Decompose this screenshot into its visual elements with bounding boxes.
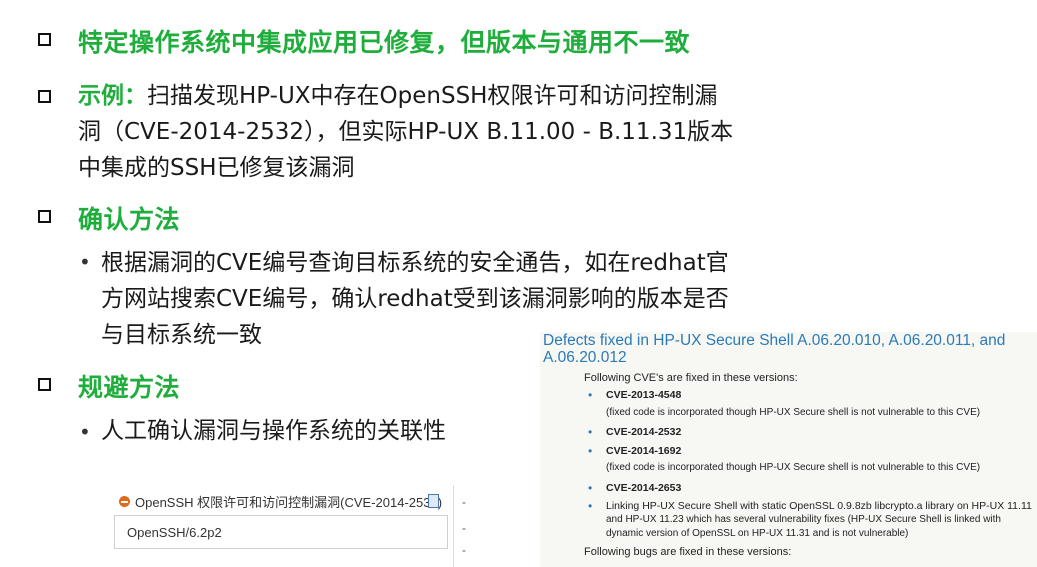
empty-cell-dash: - <box>462 495 466 509</box>
empty-cell-dash: - <box>462 521 466 535</box>
linking-line-3: dynamic version of OpenSSL on HP-UX 11.3… <box>606 528 909 539</box>
bullet-square-icon <box>38 210 51 223</box>
linking-line-1: Linking HP-UX Secure Shell with static O… <box>606 500 1032 512</box>
heading-confirm-method: 确认方法 <box>78 205 181 234</box>
cve-note: (fixed code is incorporated though HP-UX… <box>606 407 981 418</box>
bullet-icon: • <box>588 388 593 402</box>
hp-advisory-title: Defects fixed in HP-UX Secure Shell A.06… <box>543 332 1006 366</box>
example-block: 示例：扫描发现HP-UX中存在OpenSSH权限许可和访问控制漏 洞（CVE-2… <box>78 78 733 186</box>
confirm-line-2: 方网站搜索CVE编号，确认redhat受到该漏洞影响的版本是否 <box>101 286 729 312</box>
bullet-square-icon <box>38 90 51 103</box>
example-line-1: 扫描发现HP-UX中存在OpenSSH权限许可和访问控制漏 <box>147 83 718 109</box>
example-line-2: 洞（CVE-2014-2532），但实际HP-UX B.11.00 - B.11… <box>78 119 734 145</box>
heading-fixed-integrated-apps: 特定操作系统中集成应用已修复，但版本与通用不一致 <box>78 28 691 57</box>
heading-avoid-method: 规避方法 <box>78 373 181 402</box>
cve-id: CVE-2013-4548 <box>606 389 682 401</box>
cve-id: CVE-2014-2532 <box>606 426 682 438</box>
avoid-method-text: 人工确认漏洞与操作系统的关联性 <box>101 413 446 449</box>
vuln-title-link[interactable]: OpenSSH 权限许可和访问控制漏洞(CVE-2014-2532) <box>135 492 442 511</box>
cve-id: CVE-2014-1692 <box>606 445 682 457</box>
linking-line-2: and HP-UX 11.23 which has several vulner… <box>606 514 1001 525</box>
sub-bullet-dot: • <box>79 420 91 444</box>
cve-id: CVE-2014-2653 <box>606 482 682 494</box>
bullet-square-icon <box>38 378 51 391</box>
avoid-line-1: 人工确认漏洞与操作系统的关联性 <box>101 418 446 444</box>
column-divider <box>453 485 454 567</box>
bullet-icon: • <box>588 425 593 439</box>
example-line-3: 中集成的SSH已修复该漏洞 <box>78 155 355 181</box>
bullet-icon: • <box>588 444 593 458</box>
openssh-vuln-panel: OpenSSH 权限许可和访问控制漏洞(CVE-2014-2532) OpenS… <box>110 485 480 567</box>
example-label: 示例： <box>78 83 147 109</box>
vuln-detail-box: OpenSSH/6.2p2 <box>114 515 448 549</box>
document-icon[interactable] <box>428 494 439 508</box>
bullet-icon: • <box>588 481 593 495</box>
hp-advisory-subtitle: Following CVE's are fixed in these versi… <box>584 372 798 384</box>
vuln-version-value: OpenSSH/6.2p2 <box>127 525 222 540</box>
minus-circle-icon[interactable] <box>119 496 130 507</box>
bullet-icon: • <box>588 499 593 513</box>
confirm-line-1: 根据漏洞的CVE编号查询目标系统的安全通告，如在redhat官 <box>101 250 729 276</box>
hp-ux-advisory-panel: Defects fixed in HP-UX Secure Shell A.06… <box>540 332 1037 567</box>
empty-cell-dash: - <box>462 543 466 557</box>
sub-bullet-dot: • <box>79 250 91 274</box>
cve-note: (fixed code is incorporated though HP-UX… <box>606 462 981 473</box>
hp-advisory-footer: Following bugs are fixed in these versio… <box>584 546 792 558</box>
bullet-square-icon <box>38 33 51 46</box>
